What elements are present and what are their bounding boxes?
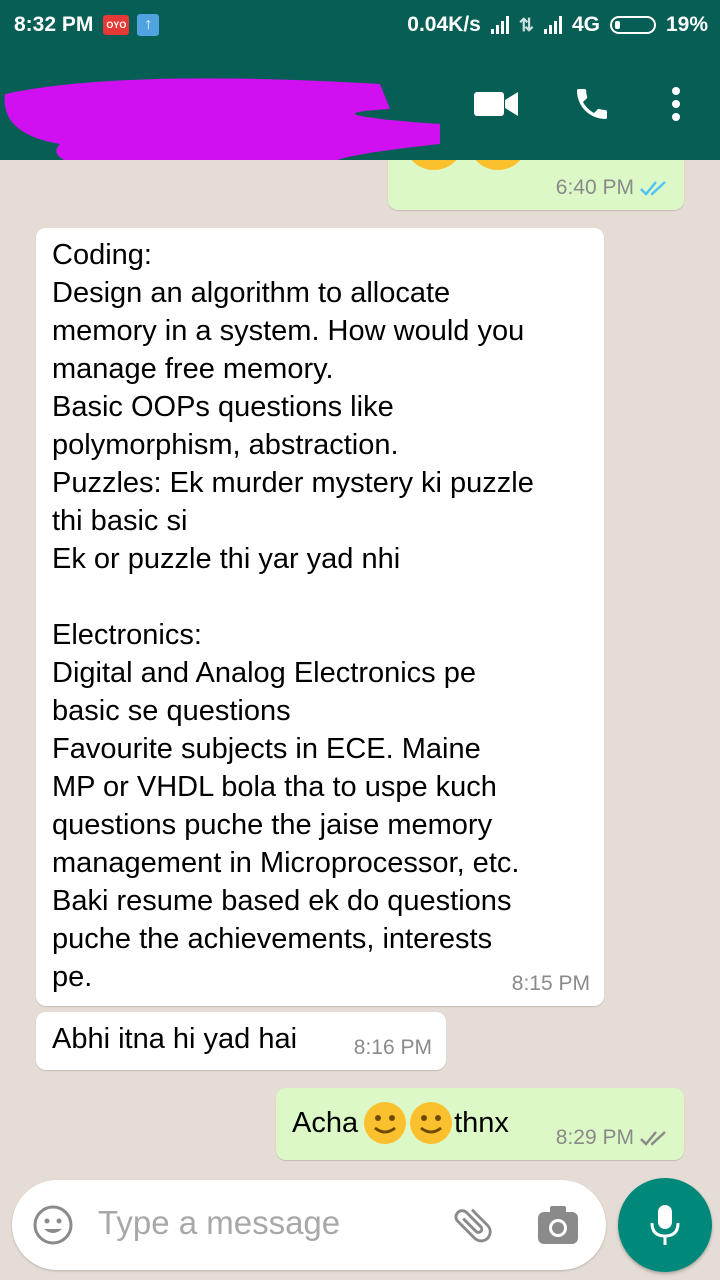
mic-button[interactable] xyxy=(618,1178,712,1272)
status-time: 8:32 PM xyxy=(14,13,94,36)
message-meta: 8:29 PM xyxy=(556,1126,670,1150)
message-time: 6:40 PM xyxy=(555,176,634,199)
message-bubble-incoming[interactable]: Abhi itna hi yad hai 8:16 PM xyxy=(36,1012,446,1070)
emoji-picker-icon[interactable] xyxy=(32,1204,74,1246)
message-input[interactable]: Type a message xyxy=(98,1204,340,1242)
emoji-smile-icon xyxy=(411,160,457,170)
upload-icon: ↑ xyxy=(137,14,160,36)
message-time: 8:16 PM xyxy=(353,1036,432,1059)
video-call-icon[interactable] xyxy=(472,80,520,128)
delivered-ticks-icon xyxy=(640,1131,666,1146)
emoji-slight-smile-icon xyxy=(364,1102,407,1144)
message-input-bar[interactable]: Type a message xyxy=(12,1180,606,1270)
network-speed: 0.04K/s xyxy=(407,13,481,36)
message-bubble-outgoing[interactable]: Acha thnx 8:29 PM xyxy=(276,1088,684,1160)
message-meta: 8:15 PM xyxy=(512,972,590,996)
battery-icon xyxy=(609,16,656,34)
network-type: 4G xyxy=(571,13,600,36)
message-time: 8:29 PM xyxy=(555,1126,634,1149)
more-options-icon[interactable] xyxy=(652,80,700,128)
status-bar: 8:32 PM OYO ↑ 0.04K/s ⇅ 4G 19% xyxy=(0,0,720,50)
message-text: Coding: Design an algorithm to allocate … xyxy=(52,239,534,993)
message-time: 8:15 PM xyxy=(511,972,590,995)
camera-icon[interactable] xyxy=(536,1204,580,1246)
redaction-mark xyxy=(4,78,440,174)
message-bubble-outgoing[interactable]: 6:40 PM xyxy=(388,160,684,210)
phone-icon[interactable] xyxy=(568,80,616,128)
emoji-smile-icon xyxy=(475,160,521,170)
message-text: Acha thnx xyxy=(292,1100,509,1146)
message-meta: 6:40 PM xyxy=(556,176,670,200)
read-ticks-icon xyxy=(640,181,666,196)
message-bubble-incoming[interactable]: Coding: Design an algorithm to allocate … xyxy=(36,228,604,1006)
microphone-icon xyxy=(650,1205,680,1245)
message-text-before: Acha xyxy=(292,1107,359,1139)
signal-icon xyxy=(490,16,509,34)
chat-header[interactable] xyxy=(0,50,720,174)
message-meta: 8:16 PM xyxy=(354,1036,432,1060)
attachment-icon[interactable] xyxy=(450,1202,496,1248)
message-text: Abhi itna hi yad hai xyxy=(52,1023,298,1055)
message-text-after: thnx xyxy=(454,1107,509,1139)
oyo-app-icon: OYO xyxy=(103,15,130,35)
emoji-slight-smile-icon xyxy=(410,1102,453,1144)
chat-area[interactable]: 6:40 PM Coding: Design an algorithm to a… xyxy=(0,160,720,1170)
data-arrows-icon: ⇅ xyxy=(518,14,534,35)
signal-icon-2 xyxy=(543,16,562,34)
battery-percent: 19% xyxy=(665,13,708,36)
